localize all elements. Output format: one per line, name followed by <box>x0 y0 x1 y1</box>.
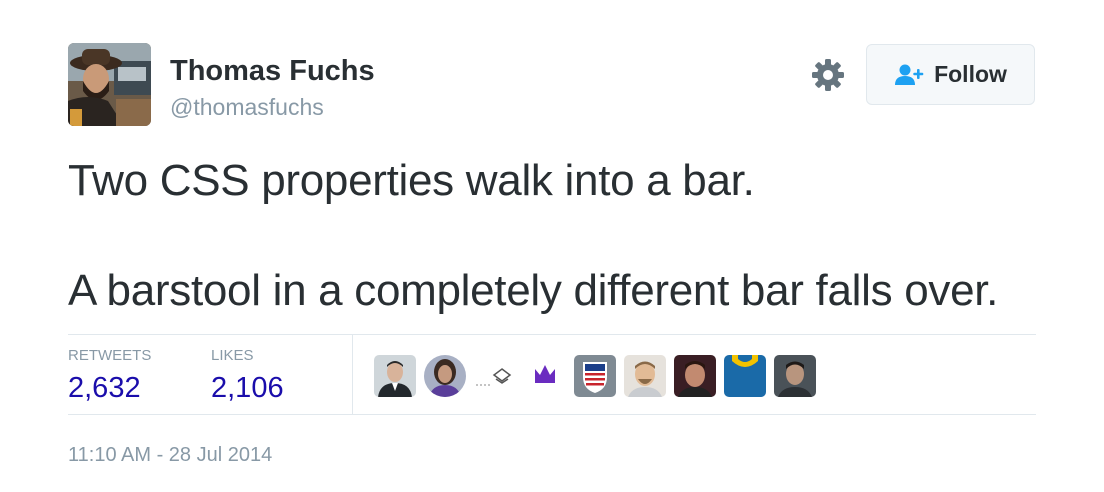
liker-avatar-6[interactable] <box>624 355 666 397</box>
author-handle[interactable]: @thomasfuchs <box>170 94 324 121</box>
tweet-timestamp[interactable]: 11:10 AM - 28 Jul 2014 <box>68 444 272 467</box>
author-name[interactable]: Thomas Fuchs <box>170 55 375 88</box>
liker-avatar-7[interactable] <box>674 355 716 397</box>
liker-avatar-5[interactable] <box>574 355 616 397</box>
liker-avatar-8[interactable] <box>724 355 766 397</box>
retweets-label: RETWEETS <box>68 347 152 364</box>
gear-icon[interactable] <box>810 57 846 93</box>
liker-avatar-9[interactable] <box>774 355 816 397</box>
retweets-count: 2,632 <box>68 372 141 404</box>
author-avatar[interactable] <box>68 43 151 126</box>
likes-label: LIKES <box>211 347 254 364</box>
tweet-text-line-2: A barstool in a completely different bar… <box>68 266 999 315</box>
likes-stat[interactable]: LIKES 2,106 <box>211 347 284 405</box>
retweets-stat[interactable]: RETWEETS 2,632 <box>68 347 151 405</box>
stats-divider-bottom <box>68 414 1036 415</box>
follow-button[interactable]: Follow <box>866 44 1035 105</box>
follow-button-label: Follow <box>934 61 1007 87</box>
add-user-icon <box>894 63 926 87</box>
author-avatar-image <box>68 43 151 126</box>
likes-count: 2,106 <box>211 372 284 404</box>
liker-avatar-4[interactable] <box>524 355 566 397</box>
stats-divider-top <box>68 334 1036 335</box>
liker-avatar-3[interactable] <box>474 355 516 397</box>
liker-avatar-2[interactable] <box>424 355 466 397</box>
stats-divider-vertical <box>352 335 353 414</box>
liker-avatar-1[interactable] <box>374 355 416 397</box>
tweet-text-line-1: Two CSS properties walk into a bar. <box>68 156 755 205</box>
